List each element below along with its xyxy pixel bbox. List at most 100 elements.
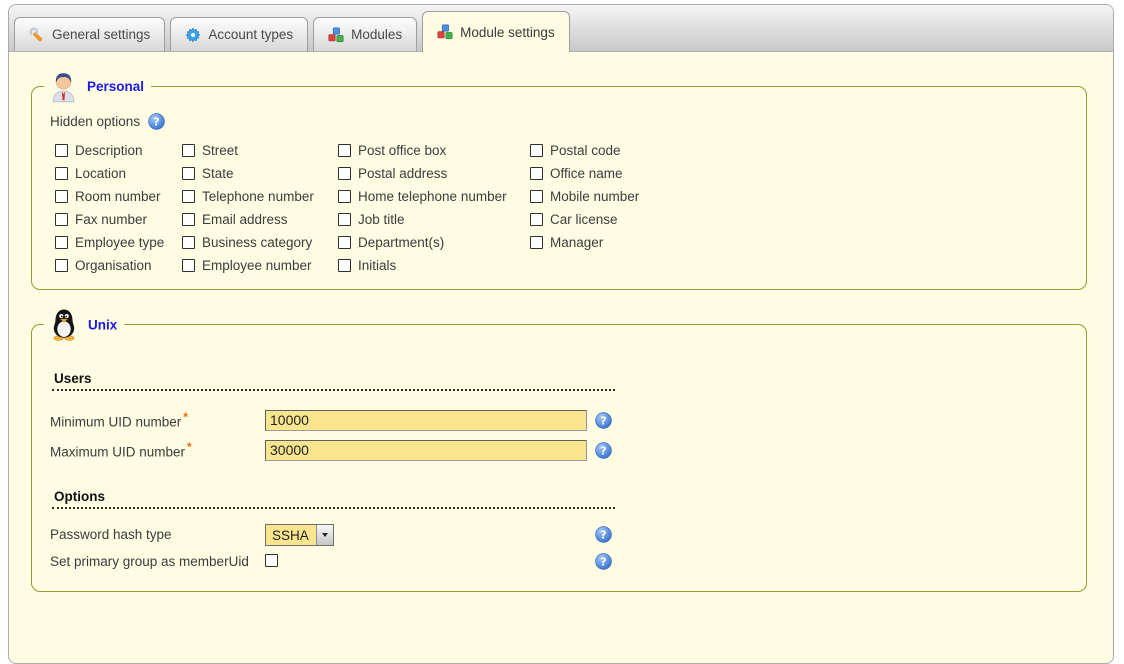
hidden-option-checkbox[interactable] — [55, 167, 68, 180]
hidden-option-label: Room number — [75, 189, 161, 204]
hidden-option-label: Initials — [358, 258, 396, 273]
tab-module-settings[interactable]: Module settings — [422, 11, 570, 52]
hidden-options-grid: Description Street Post office box Postal c… — [55, 139, 1068, 277]
hidden-option-label: Business category — [202, 235, 312, 250]
hidden-option-checkbox[interactable] — [55, 213, 68, 226]
password-hash-select[interactable]: SSHA — [265, 524, 334, 546]
hidden-option-checkbox[interactable] — [338, 190, 351, 203]
personal-section: Personal Hidden options ? DescriptionStr… — [31, 86, 1087, 290]
hidden-option-cell: Employee type — [55, 235, 182, 250]
hidden-option-cell: Initials — [338, 258, 530, 273]
minimum-uid-label: Minimum UID number* — [50, 410, 265, 430]
hidden-option-label: Department(s) — [358, 235, 444, 250]
hidden-option-cell: Street — [182, 143, 338, 158]
hidden-option-checkbox[interactable] — [182, 213, 195, 226]
hidden-option-label: Mobile number — [550, 189, 639, 204]
password-hash-row: Password hash type SSHA ? — [50, 521, 617, 548]
hidden-options-label: Hidden options — [50, 114, 140, 129]
hidden-option-label: Office name — [550, 166, 623, 181]
tab-label: Module settings — [460, 25, 555, 40]
password-hash-label: Password hash type — [50, 527, 265, 542]
help-icon[interactable]: ? — [595, 553, 612, 570]
help-icon[interactable]: ? — [595, 412, 612, 429]
member-uid-checkbox[interactable] — [265, 554, 278, 567]
hidden-option-cell: Job title — [338, 212, 530, 227]
hidden-option-cell: Employee number — [182, 258, 338, 273]
hidden-option-cell: Business category — [182, 235, 338, 250]
personal-legend: Personal — [44, 70, 151, 103]
svg-text:?: ? — [600, 529, 606, 542]
hidden-option-checkbox[interactable] — [530, 190, 543, 203]
module-settings-panel: Personal Hidden options ? DescriptionStr… — [9, 86, 1113, 592]
hidden-option-checkbox[interactable] — [338, 213, 351, 226]
help-icon[interactable]: ? — [148, 113, 165, 130]
minimum-uid-row: Minimum UID number* ? — [50, 405, 617, 435]
tab-label: Modules — [351, 27, 402, 42]
help-icon[interactable]: ? — [595, 526, 612, 543]
tab-label: General settings — [52, 27, 150, 42]
hidden-option-cell: Telephone number — [182, 189, 338, 204]
hidden-option-cell: Home telephone number — [338, 189, 530, 204]
hidden-option-label: Post office box — [358, 143, 446, 158]
hidden-option-checkbox[interactable] — [182, 190, 195, 203]
hidden-option-checkbox[interactable] — [55, 259, 68, 272]
hidden-option-cell: Post office box — [338, 143, 530, 158]
settings-window: General settings Account types Modules Modu… — [8, 4, 1114, 664]
hidden-option-cell: Fax number — [55, 212, 182, 227]
hidden-option-checkbox[interactable] — [530, 213, 543, 226]
hidden-option-label: Email address — [202, 212, 288, 227]
hidden-option-label: Postal address — [358, 166, 447, 181]
hidden-option-cell: Location — [55, 166, 182, 181]
hidden-option-cell: Postal address — [338, 166, 530, 181]
personal-section-title: Personal — [83, 79, 151, 94]
hidden-option-checkbox[interactable] — [182, 167, 195, 180]
maximum-uid-input[interactable] — [265, 440, 587, 461]
hidden-option-cell: Organisation — [55, 258, 182, 273]
tab-modules[interactable]: Modules — [313, 17, 417, 51]
modules-icon — [437, 24, 453, 40]
svg-text:?: ? — [600, 444, 606, 457]
hidden-option-label: Street — [202, 143, 238, 158]
hidden-option-checkbox[interactable] — [338, 259, 351, 272]
tab-account-types[interactable]: Account types — [170, 17, 308, 51]
hidden-option-cell: Office name — [530, 166, 760, 181]
hidden-option-checkbox[interactable] — [182, 144, 195, 157]
svg-text:?: ? — [600, 414, 606, 427]
hidden-option-label: Employee type — [75, 235, 164, 250]
hidden-option-cell: State — [182, 166, 338, 181]
hidden-option-checkbox[interactable] — [530, 236, 543, 249]
member-uid-row: Set primary group as memberUid ? — [50, 548, 617, 575]
hidden-option-label: Description — [75, 143, 143, 158]
hidden-option-checkbox[interactable] — [338, 236, 351, 249]
svg-text:?: ? — [153, 116, 159, 129]
hidden-option-label: State — [202, 166, 234, 181]
hidden-option-cell: Postal code — [530, 143, 760, 158]
hidden-option-checkbox[interactable] — [338, 167, 351, 180]
member-uid-label: Set primary group as memberUid — [50, 554, 265, 569]
help-icon[interactable]: ? — [595, 442, 612, 459]
hidden-option-cell: Room number — [55, 189, 182, 204]
hidden-option-checkbox[interactable] — [182, 236, 195, 249]
maximum-uid-label: Maximum UID number* — [50, 440, 265, 460]
tab-general-settings[interactable]: General settings — [14, 17, 165, 51]
hidden-option-checkbox[interactable] — [182, 259, 195, 272]
minimum-uid-input[interactable] — [265, 410, 587, 431]
required-marker: * — [183, 410, 188, 424]
modules-icon — [328, 27, 344, 43]
dropdown-arrow-icon — [316, 525, 333, 545]
hidden-option-checkbox[interactable] — [530, 167, 543, 180]
hidden-option-cell: Department(s) — [338, 235, 530, 250]
hidden-option-checkbox[interactable] — [55, 236, 68, 249]
wrench-icon — [29, 27, 45, 43]
hidden-option-label: Job title — [358, 212, 405, 227]
required-marker: * — [187, 440, 192, 454]
hidden-option-checkbox[interactable] — [338, 144, 351, 157]
hidden-option-cell: Description — [55, 143, 182, 158]
hidden-option-cell: Email address — [182, 212, 338, 227]
password-hash-value: SSHA — [266, 525, 316, 545]
hidden-option-checkbox[interactable] — [55, 190, 68, 203]
hidden-option-label: Telephone number — [202, 189, 314, 204]
hidden-option-checkbox[interactable] — [530, 144, 543, 157]
hidden-option-cell: Mobile number — [530, 189, 760, 204]
hidden-option-checkbox[interactable] — [55, 144, 68, 157]
